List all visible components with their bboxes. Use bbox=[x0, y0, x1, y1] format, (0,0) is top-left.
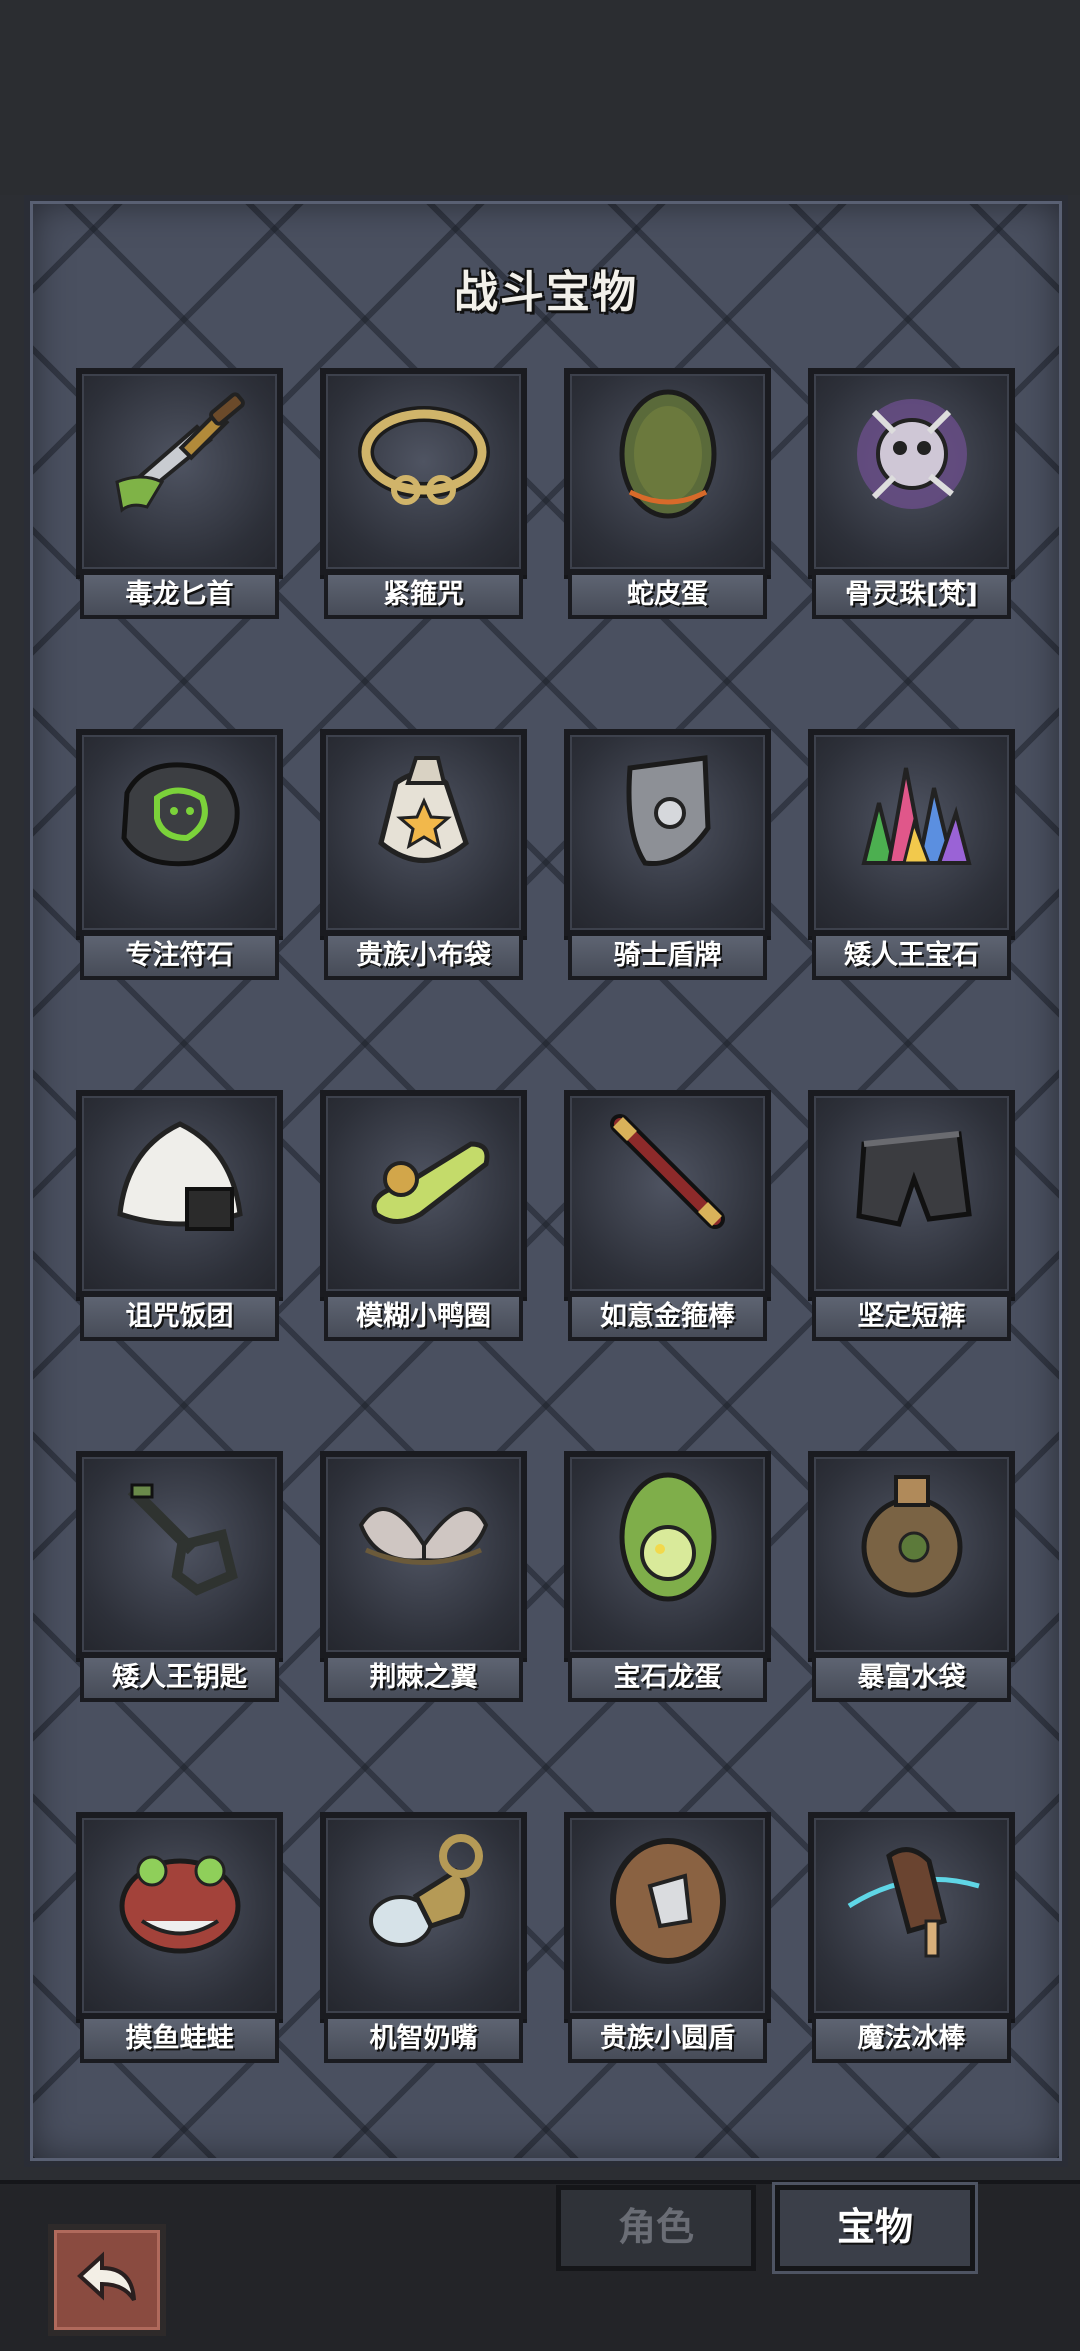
treasure-card[interactable] bbox=[76, 1451, 283, 1658]
frog-icon bbox=[119, 1855, 241, 1954]
item-label: 矮人王钥匙 bbox=[80, 1654, 279, 1702]
back-arrow-icon bbox=[77, 2251, 136, 2302]
treasure-item[interactable]: 模糊小鸭圈 bbox=[320, 1090, 527, 1341]
treasure-card[interactable] bbox=[808, 1090, 1015, 1297]
treasure-panel: 战斗宝物 毒龙匕首 紧箍咒 蛇皮蛋 骨灵珠[梵] 专注符石 贵族小布袋 骑士盾牌… bbox=[24, 195, 1068, 2167]
item-label: 贵族小布袋 bbox=[324, 932, 523, 980]
focus-rune-icon bbox=[121, 762, 240, 867]
treasure-card[interactable] bbox=[320, 1090, 527, 1297]
dragon-egg-icon bbox=[619, 1472, 717, 1602]
treasure-item[interactable]: 坚定短裤 bbox=[808, 1090, 1015, 1341]
treasure-card[interactable] bbox=[808, 729, 1015, 936]
treasure-card[interactable] bbox=[76, 368, 283, 575]
item-label: 紧箍咒 bbox=[324, 571, 523, 619]
treasure-card[interactable] bbox=[564, 368, 771, 575]
treasure-item[interactable]: 紧箍咒 bbox=[320, 368, 527, 619]
treasure-card[interactable] bbox=[564, 1451, 771, 1658]
treasure-card[interactable] bbox=[564, 1812, 771, 2019]
treasure-item[interactable]: 专注符石 bbox=[76, 729, 283, 980]
item-label: 蛇皮蛋 bbox=[568, 571, 767, 619]
treasure-item[interactable]: 贵族小圆盾 bbox=[564, 1812, 771, 2063]
treasure-item[interactable]: 荆棘之翼 bbox=[320, 1451, 527, 1702]
item-label: 暴富水袋 bbox=[812, 1654, 1011, 1702]
snakeskin-egg-icon bbox=[619, 389, 717, 519]
back-button[interactable] bbox=[48, 2224, 166, 2336]
treasure-card[interactable] bbox=[564, 729, 771, 936]
treasure-card[interactable] bbox=[564, 1090, 771, 1297]
treasure-card[interactable] bbox=[320, 368, 527, 575]
treasure-grid: 毒龙匕首 紧箍咒 蛇皮蛋 骨灵珠[梵] 专注符石 贵族小布袋 骑士盾牌 矮人王宝… bbox=[76, 368, 1015, 2161]
duck-ring-icon bbox=[371, 1141, 490, 1224]
treasure-card[interactable] bbox=[76, 729, 283, 936]
treasure-item[interactable]: 摸鱼蛙蛙 bbox=[76, 1812, 283, 2063]
tab-role[interactable]: 角色 bbox=[556, 2185, 756, 2271]
item-label: 毒龙匕首 bbox=[80, 571, 279, 619]
treasure-item[interactable]: 贵族小布袋 bbox=[320, 729, 527, 980]
panel-title: 战斗宝物 bbox=[454, 267, 638, 318]
thorn-wings-icon bbox=[358, 1507, 489, 1565]
item-label: 贵族小圆盾 bbox=[568, 2015, 767, 2063]
item-label: 诅咒饭团 bbox=[80, 1293, 279, 1341]
treasure-card[interactable] bbox=[320, 729, 527, 936]
tab-treasure[interactable]: 宝物 bbox=[775, 2185, 975, 2271]
item-label: 宝石龙蛋 bbox=[568, 1654, 767, 1702]
item-label: 坚定短裤 bbox=[812, 1293, 1011, 1341]
golden-band-icon bbox=[358, 406, 490, 505]
treasure-item[interactable]: 矮人王钥匙 bbox=[76, 1451, 283, 1702]
bone-orb-icon bbox=[857, 399, 967, 509]
item-label: 模糊小鸭圈 bbox=[324, 1293, 523, 1341]
treasure-item[interactable]: 骑士盾牌 bbox=[564, 729, 771, 980]
treasure-card[interactable] bbox=[76, 1812, 283, 2019]
item-label: 摸鱼蛙蛙 bbox=[80, 2015, 279, 2063]
item-label: 矮人王宝石 bbox=[812, 932, 1011, 980]
treasure-card[interactable] bbox=[76, 1090, 283, 1297]
round-shield-icon bbox=[610, 1838, 726, 1964]
treasure-card[interactable] bbox=[808, 368, 1015, 575]
treasure-item[interactable]: 矮人王宝石 bbox=[808, 729, 1015, 980]
item-label: 骑士盾牌 bbox=[568, 932, 767, 980]
treasure-item[interactable]: 如意金箍棒 bbox=[564, 1090, 771, 1341]
treasure-item[interactable]: 蛇皮蛋 bbox=[564, 368, 771, 619]
item-label: 机智奶嘴 bbox=[324, 2015, 523, 2063]
dwarf-gems-icon bbox=[861, 767, 972, 865]
water-flask-icon bbox=[861, 1475, 963, 1598]
treasure-card[interactable] bbox=[808, 1451, 1015, 1658]
treasure-item[interactable]: 暴富水袋 bbox=[808, 1451, 1015, 1702]
cloth-bag-icon bbox=[378, 756, 469, 863]
poison-dagger-icon bbox=[115, 392, 245, 513]
item-label: 荆棘之翼 bbox=[324, 1654, 523, 1702]
item-label: 骨灵珠[梵] bbox=[812, 571, 1011, 619]
knight-shield-icon bbox=[626, 755, 711, 867]
treasure-item[interactable]: 骨灵珠[梵] bbox=[808, 368, 1015, 619]
item-label: 如意金箍棒 bbox=[568, 1293, 767, 1341]
item-label: 魔法冰棒 bbox=[812, 2015, 1011, 2063]
ice-pop-icon bbox=[847, 1847, 980, 1958]
treasure-item[interactable]: 诅咒饭团 bbox=[76, 1090, 283, 1341]
treasure-card[interactable] bbox=[808, 1812, 1015, 2019]
treasure-item[interactable]: 宝石龙蛋 bbox=[564, 1451, 771, 1702]
treasure-card[interactable] bbox=[320, 1451, 527, 1658]
shorts-icon bbox=[856, 1131, 972, 1227]
pacifier-icon bbox=[369, 1834, 483, 1947]
item-label: 专注符石 bbox=[80, 932, 279, 980]
rice-ball-icon bbox=[117, 1121, 243, 1231]
key-icon bbox=[127, 1483, 238, 1596]
treasure-item[interactable]: 机智奶嘴 bbox=[320, 1812, 527, 2063]
staff-icon bbox=[610, 1114, 725, 1229]
treasure-card[interactable] bbox=[320, 1812, 527, 2019]
top-bar bbox=[0, 0, 1080, 195]
treasure-item[interactable]: 魔法冰棒 bbox=[808, 1812, 1015, 2063]
treasure-item[interactable]: 毒龙匕首 bbox=[76, 368, 283, 619]
